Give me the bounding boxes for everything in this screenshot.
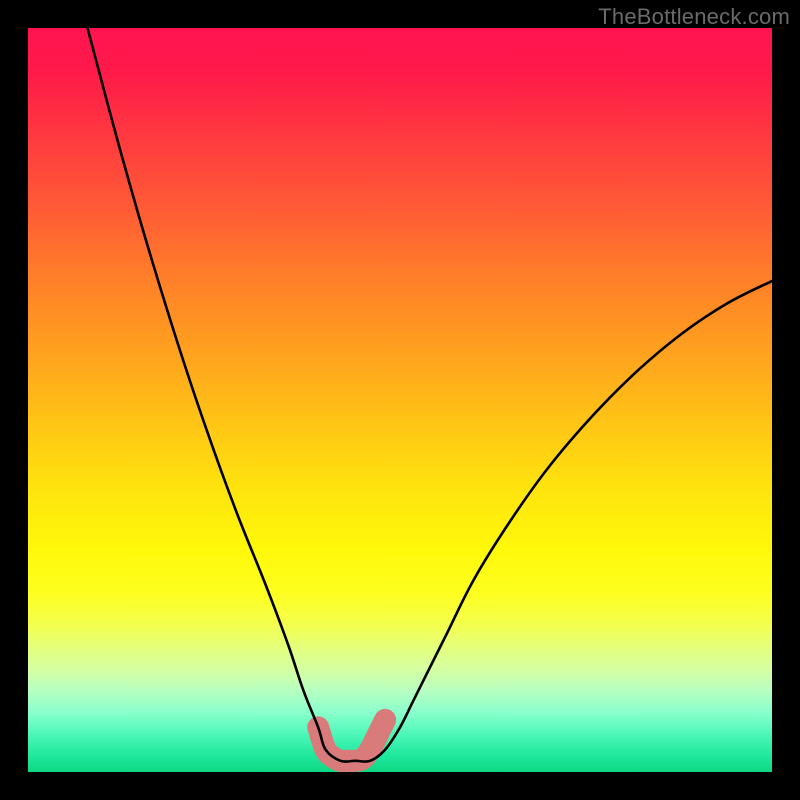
main-curve	[88, 28, 773, 762]
watermark-text: TheBottleneck.com	[598, 4, 790, 30]
chart-frame: TheBottleneck.com	[0, 0, 800, 800]
plot-area	[28, 28, 772, 772]
chart-svg	[28, 28, 772, 772]
highlight-line	[318, 720, 385, 761]
